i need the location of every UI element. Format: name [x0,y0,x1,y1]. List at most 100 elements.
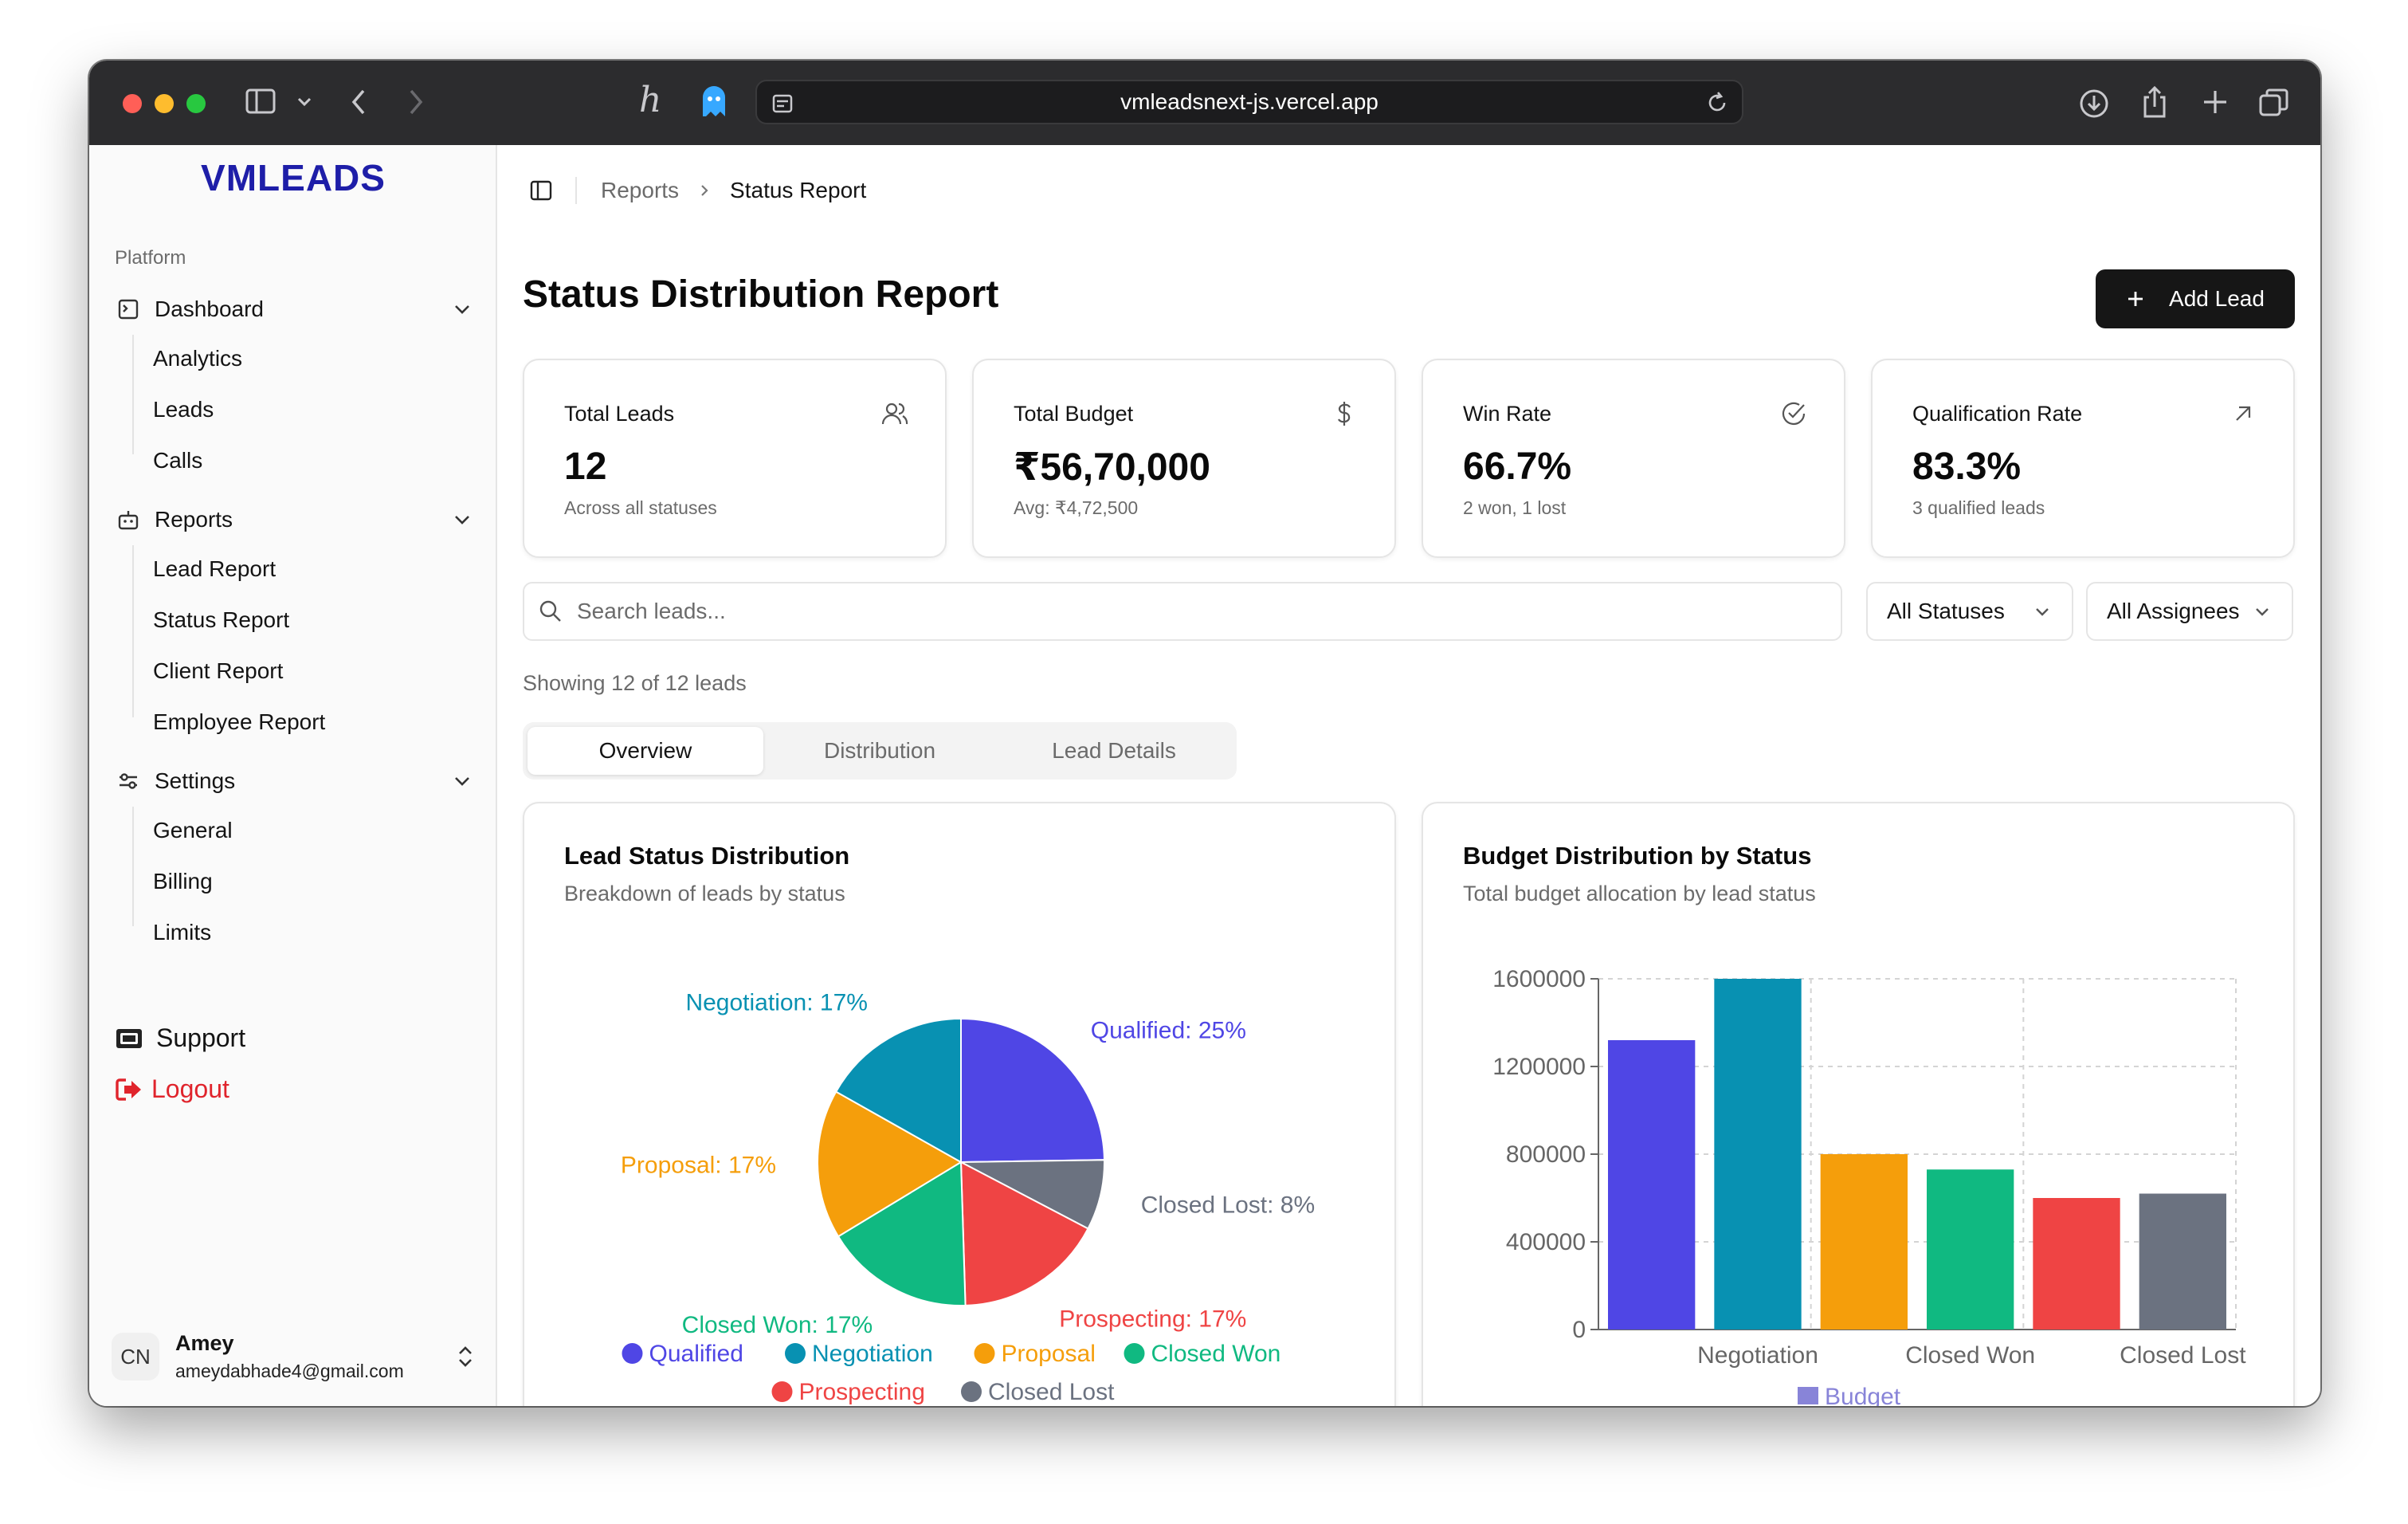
pie-label: Closed Won: 17% [682,1312,873,1338]
lead-status-panel: Lead Status Distribution Breakdown of le… [523,802,1396,1406]
breadcrumb: Reports Status Report [529,171,866,210]
brand-logo[interactable]: VMLEADS [89,156,497,199]
chevron-down-icon[interactable] [451,298,473,320]
close-window-button[interactable] [123,94,142,113]
share-icon[interactable] [2140,84,2169,120]
sidebar-item-leads[interactable]: Leads [153,390,214,430]
sidebar-item-analytics[interactable]: Analytics [153,339,242,379]
legend-item: Budget [1825,1384,1901,1406]
y-tick-label: 400000 [1506,1229,1586,1255]
chevrons-up-down-icon[interactable] [456,1344,475,1369]
tab-lead-details[interactable]: Lead Details [996,727,1232,775]
budget-distribution-panel: Budget Distribution by Status Total budg… [1422,802,2295,1406]
search-input[interactable]: Search leads... [523,582,1842,641]
y-tick-label: 1600000 [1492,966,1586,992]
search-icon [539,600,561,622]
sidebar-item-client-report[interactable]: Client Report [153,651,283,691]
chevron-down-icon[interactable] [451,509,473,531]
stat-card-total-leads: Total Leads 12 Across all statuses [523,359,947,558]
stat-value: 83.3% [1912,446,2022,488]
stat-value: 12 [564,446,607,488]
x-tick-label: Negotiation [1697,1342,1818,1369]
tab-distribution[interactable]: Distribution [762,727,998,775]
reload-icon[interactable] [1705,91,1729,115]
bar-prospecting [2033,1198,2120,1330]
stat-title: Total Budget [1014,402,1134,426]
sidebar-toggle-icon[interactable] [245,88,277,116]
app: VMLEADS Platform Dashboard Analytics Lea… [89,145,2320,1406]
pie-chart: Qualified: 25% Closed Lost: 8% Prospecting… [621,990,1315,1405]
support-link[interactable]: Support [115,1023,245,1053]
view-tabs: Overview Distribution Lead Details [523,722,1237,780]
sidebar-item-billing[interactable]: Billing [153,862,213,901]
bar-negotiation [1714,979,1802,1330]
new-tab-icon[interactable] [2201,88,2230,116]
legend-swatch [974,1343,995,1364]
tab-overview-icon[interactable] [2258,88,2290,118]
assignee-filter-select[interactable]: All Assignees [2086,582,2293,641]
tab-overview[interactable]: Overview [527,727,763,775]
legend-swatch [1798,1387,1818,1404]
bar-qualified [1608,1040,1696,1330]
pie-label: Closed Lost: 8% [1141,1192,1315,1219]
pie-label: Prospecting: 17% [1059,1306,1246,1333]
legend-swatch [622,1343,643,1364]
chevron-down-icon[interactable] [451,770,473,792]
user-menu[interactable]: CN Amey ameydabhade4@gmail.com [102,1318,484,1395]
ghost-extension-icon[interactable] [700,84,728,118]
stat-value: 66.7% [1463,446,1572,488]
y-tick-label: 0 [1572,1317,1586,1343]
sidebar-section-label: Settings [155,768,236,793]
breadcrumb-current: Status Report [730,178,867,202]
extension-h-icon[interactable]: ℎ [639,80,661,120]
legend-item: Closed Won [1151,1341,1281,1367]
stat-title: Qualification Rate [1912,402,2083,426]
bar-chart: 0 400000 800000 1200000 1600000 Negotiation Cl… [1492,966,2246,1406]
page-settings-icon[interactable] [771,92,794,115]
panel-toggle-icon[interactable] [529,179,553,202]
page-title: Status Distribution Report [523,273,999,316]
back-icon[interactable] [349,88,368,116]
sidebar-item-calls[interactable]: Calls [153,441,202,481]
minimize-window-button[interactable] [155,94,174,113]
support-label: Support [156,1023,246,1052]
downloads-icon[interactable] [2078,88,2110,120]
user-name: Amey [175,1331,234,1355]
add-lead-button[interactable]: Add Lead [2096,269,2295,328]
stat-card-qualification-rate: Qualification Rate 83.3% 3 qualified lea… [1871,359,2295,558]
legend-item: Prospecting [799,1379,925,1405]
sidebar-section-reports[interactable]: Reports [115,497,473,542]
sliders-icon [116,769,140,793]
forward-icon[interactable] [406,88,426,116]
address-bar[interactable]: vmleadsnext-js.vercel.app [755,80,1743,124]
ticket-icon [116,1028,142,1048]
y-tick-label: 1200000 [1492,1054,1586,1080]
logout-icon [116,1078,141,1101]
sidebar-section-settings[interactable]: Settings [115,759,473,803]
zoom-window-button[interactable] [186,94,206,113]
breadcrumb-reports[interactable]: Reports [601,178,679,203]
check-circle-icon [1782,402,1806,426]
sidebar-section-dashboard[interactable]: Dashboard [115,287,473,332]
user-email: ameydabhade4@gmail.com [175,1361,404,1381]
arrow-up-right-icon [2236,406,2251,421]
chevron-right-icon [701,185,708,196]
bot-icon [116,508,140,532]
bar-legend: Budget [1798,1384,1901,1406]
status-filter-value: All Statuses [1887,599,2005,623]
pie-label: Qualified: 25% [1091,1018,1246,1044]
pie-label: Negotiation: 17% [685,990,868,1016]
divider [575,177,577,204]
status-filter-select[interactable]: All Statuses [1866,582,2073,641]
sidebar-section-label: Dashboard [155,297,264,321]
sidebar-item-status-report[interactable]: Status Report [153,600,289,640]
sidebar-item-employee-report[interactable]: Employee Report [153,702,325,742]
add-lead-label: Add Lead [2169,286,2265,311]
sidebar-item-general[interactable]: General [153,811,233,850]
chevron-down-icon[interactable] [296,96,312,108]
submenu-line [132,545,134,717]
sidebar-item-lead-report[interactable]: Lead Report [153,549,276,589]
sidebar-item-limits[interactable]: Limits [153,913,211,953]
logout-link[interactable]: Logout [115,1074,229,1104]
results-count: Showing 12 of 12 leads [523,671,747,695]
